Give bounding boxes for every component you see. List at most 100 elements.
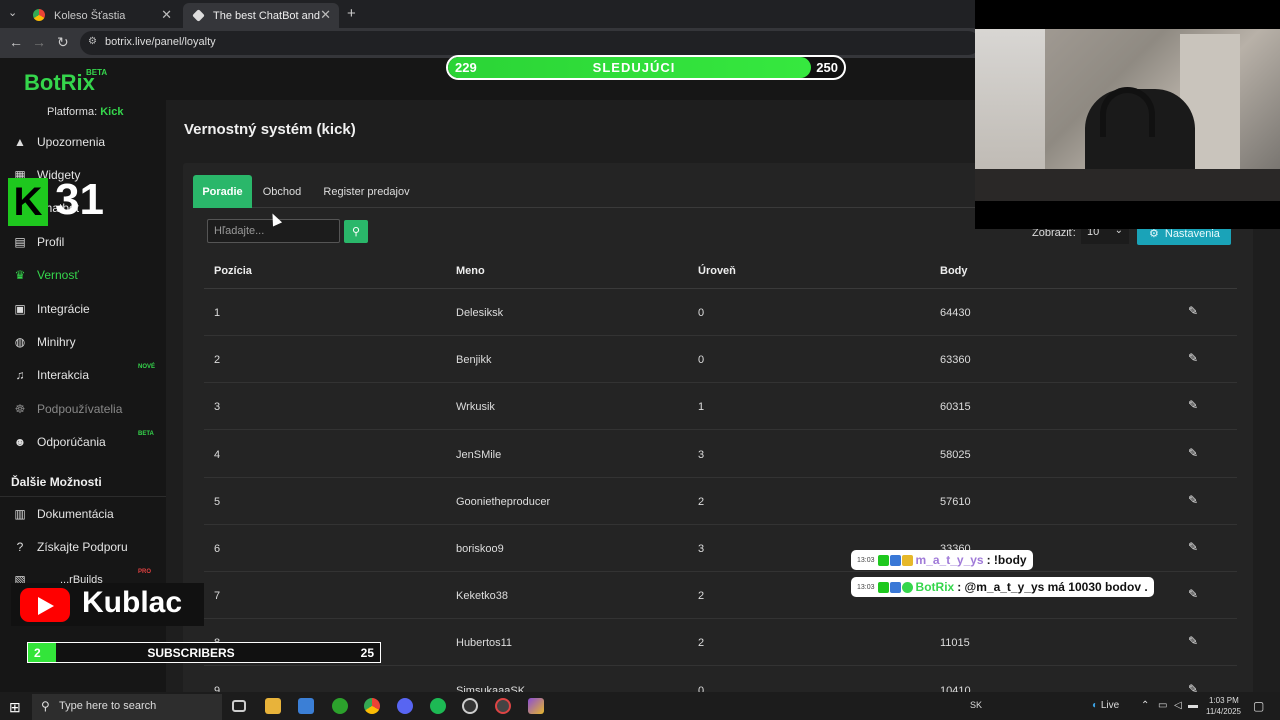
cell-pos: 6 [214, 543, 221, 555]
taskbar-search[interactable]: ⚲ Type here to search [32, 694, 222, 720]
recorder-icon[interactable] [495, 698, 511, 714]
sidebar-item-vernost[interactable]: ♛ Vernosť [0, 260, 166, 290]
cell-points: 64430 [940, 307, 971, 319]
column-header-position[interactable]: Pozícia [214, 265, 252, 277]
sidebar-item-interakcia[interactable]: ♫ Interakcia NOVÉ [0, 360, 166, 390]
xbox-icon[interactable] [332, 698, 348, 714]
sidebar-item-label: Dokumentácia [37, 507, 114, 521]
app-icon[interactable] [528, 698, 544, 714]
search-button[interactable]: ⚲ [344, 220, 368, 243]
kick-logo-icon: K [8, 178, 48, 226]
column-header-name[interactable]: Meno [456, 265, 485, 277]
cell-name: boriskoo9 [456, 543, 504, 555]
site-info-icon[interactable]: ⚙ [88, 36, 97, 47]
cell-points: 60315 [940, 401, 971, 414]
kick-follower-count: 31 [55, 175, 104, 224]
sidebar-item-podpouzivatelia[interactable]: ☸ Podpoužívatelia [0, 394, 166, 424]
task-view-icon[interactable] [232, 700, 246, 712]
sidebar-item-label: Vernosť [37, 268, 79, 282]
chat-text: : !body [986, 553, 1027, 567]
edit-pencil-icon[interactable]: ✎ [1188, 351, 1198, 365]
sidebar-item-label: Minihry [37, 335, 76, 349]
volume-icon[interactable]: ◁ [1174, 700, 1182, 711]
sidebar-item-label: Integrácie [37, 302, 90, 316]
cell-pos: 7 [214, 590, 221, 603]
browser-tab-koleso[interactable]: Koleso Šťastia ✕ [24, 3, 180, 28]
logo-beta-badge: BETA [86, 68, 108, 77]
back-icon[interactable]: ← [9, 34, 23, 50]
chat-text: : @m_a_t_y_ys má 10030 bodov . [957, 580, 1148, 594]
edit-pencil-icon[interactable]: ✎ [1188, 446, 1198, 460]
edit-pencil-icon[interactable]: ✎ [1188, 493, 1198, 507]
reload-icon[interactable]: ↻ [57, 34, 69, 51]
cell-level: 0 [698, 354, 705, 367]
edit-pencil-icon[interactable]: ✎ [1188, 398, 1198, 412]
column-header-level[interactable]: Úroveň [698, 265, 736, 277]
tray-chevron-icon[interactable]: ⌃ [1141, 700, 1149, 711]
cell-points: 57610 [940, 495, 971, 508]
integration-icon: ▣ [14, 302, 26, 316]
new-tab-button[interactable]: + [347, 5, 356, 22]
sidebar-section-title: Ďalšie Možnosti [11, 475, 102, 489]
edit-pencil-icon[interactable]: ✎ [1188, 540, 1198, 554]
store-icon[interactable] [298, 698, 314, 714]
close-icon[interactable]: ✕ [320, 7, 331, 23]
youtube-channel-name: Kublac [82, 586, 183, 619]
table-row: 3 Wrkusik 1 60315 ✎ [204, 383, 1237, 431]
browser-tab-botrix[interactable]: The best ChatBot and Widgets ✕ [183, 3, 339, 28]
kick-badge-icon [877, 554, 889, 566]
sidebar-item-podpora[interactable]: ? Získajte Podporu [0, 532, 166, 562]
forward-icon[interactable]: → [32, 34, 46, 50]
tab-obchod[interactable]: Obchod [252, 175, 312, 208]
kick-badge-icon [877, 581, 889, 593]
cell-points: 63360 [940, 354, 971, 367]
tab-title: Koleso Šťastia [54, 9, 126, 22]
tab-list-dropdown-icon[interactable]: ⌄ [8, 6, 17, 19]
search-icon: ⚲ [351, 226, 361, 238]
column-header-points[interactable]: Body [940, 265, 968, 277]
cell-name: Keketko38 [456, 590, 508, 603]
clock-date[interactable]: 11/4/2025 [1206, 707, 1241, 716]
sidebar-item-label: Odporúčania [37, 435, 106, 449]
edit-pencil-icon[interactable]: ✎ [1188, 304, 1198, 318]
sidebar-item-dokumentacia[interactable]: ▥ Dokumentácia [0, 499, 166, 529]
follower-goal-label: SLEDUJÚCI [592, 60, 676, 75]
obs-icon[interactable] [462, 698, 478, 714]
follower-goal-target: 250 [816, 60, 838, 75]
url-field[interactable]: ⚙ botrix.live/panel/loyalty [80, 31, 980, 55]
sidebar-item-minihry[interactable]: ◍ Minihry [0, 327, 166, 357]
subscriber-goal-bar: 2 SUBSCRIBERS 25 [27, 642, 381, 663]
tab-register[interactable]: Register predajov [313, 175, 420, 208]
table-row: 4 JenSMile 3 58025 ✎ [204, 431, 1237, 478]
cell-level: 2 [698, 637, 705, 650]
close-icon[interactable]: ✕ [161, 7, 172, 23]
cell-pos: 4 [214, 448, 221, 461]
chrome-icon[interactable] [364, 698, 380, 714]
sub-badge-icon [889, 581, 901, 593]
clock-time[interactable]: 1:03 PM [1209, 696, 1239, 705]
sidebar-item-profil[interactable]: ▤ Profil [0, 227, 166, 257]
cell-pos: 3 [214, 401, 221, 414]
weather-icon: ◐ [1092, 700, 1099, 711]
keyboard-language[interactable]: SK [970, 700, 982, 710]
notifications-icon[interactable]: ▢ [1253, 699, 1264, 713]
sidebar-item-upozornenia[interactable]: ▲ Upozornenia [0, 127, 166, 157]
cell-level: 3 [698, 448, 705, 461]
help-icon: ? [16, 540, 24, 554]
spotify-icon[interactable] [430, 698, 446, 714]
battery-icon[interactable]: ▬ [1188, 700, 1198, 711]
windows-start-icon[interactable]: ⊞ [9, 699, 21, 716]
platform-indicator: Platforma: Kick [47, 106, 123, 118]
edit-pencil-icon[interactable]: ✎ [1188, 587, 1198, 601]
tab-poradie[interactable]: Poradie [193, 175, 252, 208]
sidebar-item-odporucania[interactable]: ☻ Odporúčania BETA [0, 427, 166, 457]
sidebar-item-integracie[interactable]: ▣ Integrácie [0, 294, 166, 324]
file-explorer-icon[interactable] [265, 698, 281, 714]
live-weather-indicator[interactable]: ◐ Live [1092, 700, 1119, 711]
discord-icon[interactable] [397, 698, 413, 714]
botrix-logo[interactable]: BotRix [24, 70, 95, 96]
page-title: Vernostný systém (kick) [184, 121, 356, 138]
edit-pencil-icon[interactable]: ✎ [1188, 634, 1198, 648]
network-icon[interactable]: ▭ [1158, 700, 1167, 711]
table-row: 2 Benjikk 0 63360 ✎ [204, 336, 1237, 384]
